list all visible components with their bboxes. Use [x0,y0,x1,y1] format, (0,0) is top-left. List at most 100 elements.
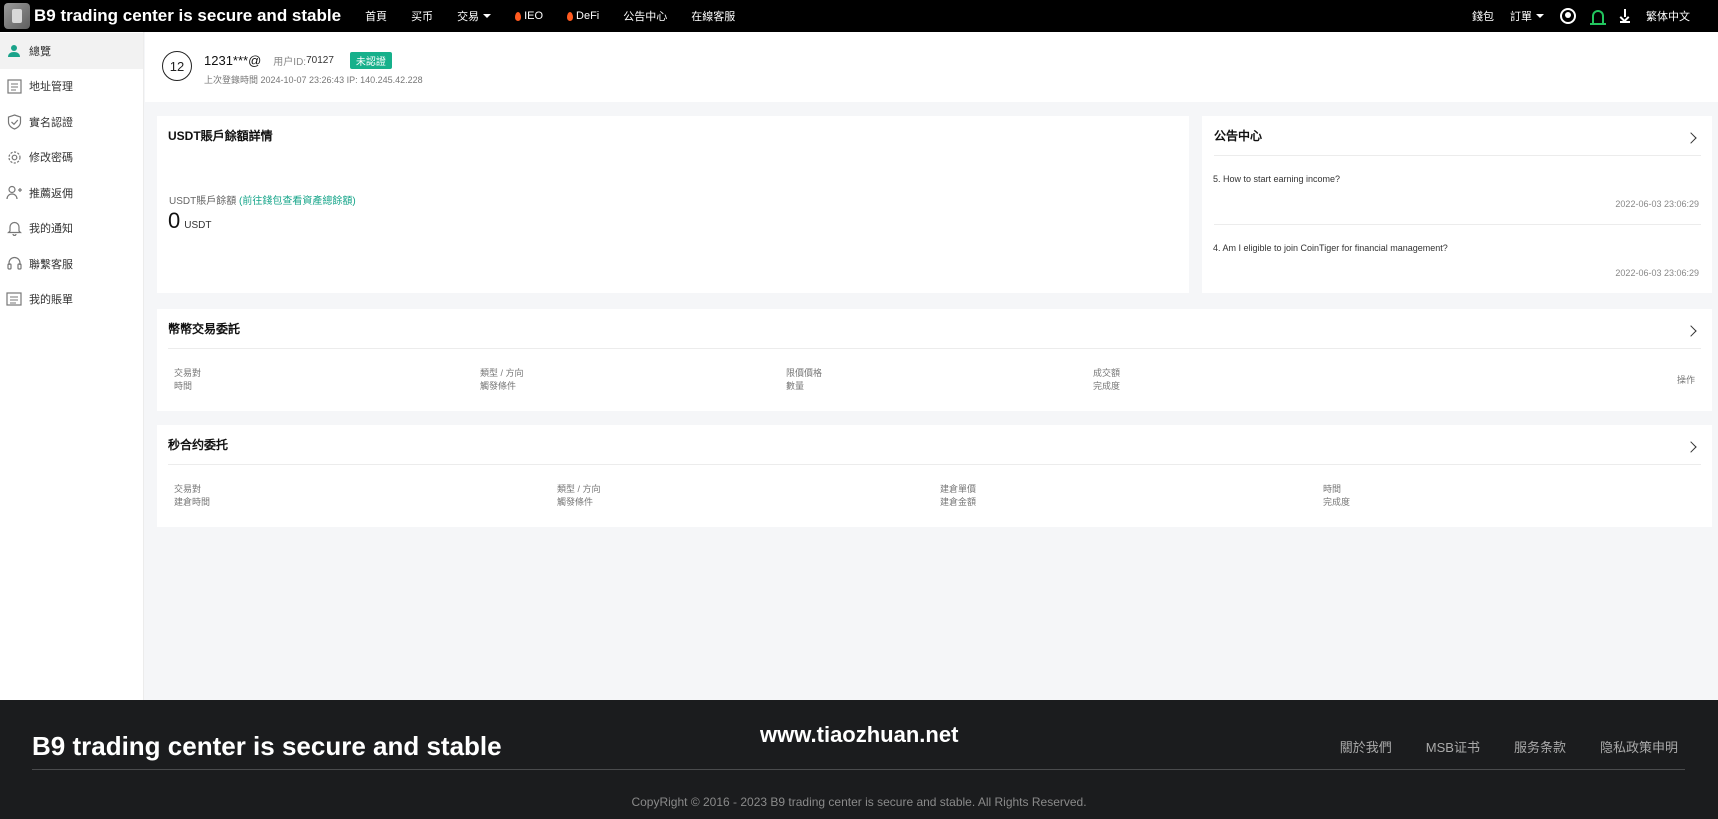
chevron-right-icon[interactable] [1685,441,1697,453]
download-button[interactable] [1620,9,1630,23]
notification-button[interactable] [1590,9,1606,25]
sidebar-item-change-password[interactable]: 修改密碼 [0,140,143,176]
announcement-item-title[interactable]: 4. Am I eligible to join CoinTiger for f… [1213,243,1448,253]
column-label: 時間 [174,381,193,391]
column-label: 數量 [786,381,805,391]
nav-orders-label: 訂單 [1510,11,1532,23]
sidebar-item-referral[interactable]: 推薦返佣 [0,175,143,211]
user-circle-icon [1560,8,1576,24]
account-info-line: 1231***@ 用户ID: 70127 未認證 [204,52,392,69]
bill-icon [6,291,22,307]
nav-defi-label: DeFi [576,10,600,22]
divider [168,464,1701,465]
usdt-balance-label: USDT賬戶餘額 [169,196,237,207]
column-label: 建倉時間 [174,497,211,507]
column-label: 建倉單價 [940,484,977,494]
table-header-cell: 類型 / 方向 觸發條件 [557,483,601,509]
table-header-cell: 交易對 建倉時間 [174,483,210,509]
nav-announcements[interactable]: 公告中心 [623,8,667,24]
add-user-icon [6,185,22,201]
nav-announcements-label: 公告中心 [623,11,668,23]
table-header-cell: 成交額 完成度 [1093,367,1120,393]
table-header-cell: 類型 / 方向 觸發條件 [480,367,524,393]
headset-icon [6,256,22,272]
sidebar-item-label: 推薦返佣 [29,187,73,200]
sidebar-item-label: 我的賬單 [29,294,73,307]
language-label: 繁体中文 [1646,11,1690,23]
column-label: 完成度 [1323,497,1351,507]
sidebar-item-contact-support[interactable]: 聯繫客服 [0,246,143,282]
column-label: 限價價格 [786,368,823,378]
chevron-down-icon [483,14,492,18]
table-header-cell: 建倉單價 建倉金額 [940,483,976,509]
account-header: 12 1231***@ 用户ID: 70127 未認證 上次登錄時間 2024-… [145,32,1718,102]
column-label: 類型 / 方向 [480,368,524,378]
sidebar-item-notifications[interactable]: 我的通知 [0,211,143,247]
column-label: 觸發條件 [557,497,594,507]
avatar[interactable]: 12 [162,51,192,81]
sidebar-item-label: 總覽 [29,45,51,58]
nav-right: 錢包 訂單 繁体中文 [1472,0,1718,32]
announcement-card: 公告中心 5. How to start earning income? 202… [1202,116,1712,293]
nav-links: 首頁 买币 交易 IEO DeFi 公告中心 在線客服 [365,8,759,24]
nav-trade[interactable]: 交易 [457,8,492,24]
usdt-balance-value: 0 [168,208,181,233]
brand-title[interactable]: B9 trading center is secure and stable [34,6,341,26]
divider [168,348,1701,349]
sidebar: 總覽 地址管理 實名認證 修改密碼 推薦返佣 我的通知 聯繫客服 我的賬單 [0,32,144,700]
sidebar-item-overview[interactable]: 總覽 [0,33,143,69]
status-badge[interactable]: 未認證 [349,52,392,69]
chevron-down-icon [1536,14,1544,18]
usdt-balance-value-row: 0 USDT [168,208,211,234]
sidebar-item-address[interactable]: 地址管理 [0,69,143,105]
sidebar-item-bills[interactable]: 我的賬單 [0,282,143,318]
divider [1214,224,1701,225]
list-icon [6,78,22,94]
logo-icon[interactable] [4,3,30,29]
gear-icon [6,149,22,165]
language-selector[interactable]: 繁体中文 [1646,8,1690,24]
table-header-cell: 交易對 時間 [174,367,201,393]
sidebar-item-label: 實名認證 [29,116,73,129]
fire-icon [567,11,574,21]
footer-links: 關於我們 MSB证书 服务条款 隐私政策申明 [1306,737,1678,756]
sidebar-item-label: 聯繫客服 [29,258,73,271]
announcement-card-title: 公告中心 [1214,129,1263,143]
nav-online-support[interactable]: 在線客服 [691,8,735,24]
nav-home[interactable]: 首頁 [365,8,387,24]
footer-link-about[interactable]: 關於我們 [1340,737,1392,756]
nav-buy-coin[interactable]: 买币 [411,8,433,24]
user-icon [6,43,22,59]
announcement-item-title[interactable]: 5. How to start earning income? [1213,174,1340,184]
second-contract-card: 秒合约委托 交易對 建倉時間 類型 / 方向 觸發條件 建倉單價 建倉金額 時間 完成度 [157,425,1712,527]
nav-wallet-label: 錢包 [1472,11,1494,23]
usdt-card-title: USDT賬戶餘額詳情 [168,129,273,143]
column-label: 交易對 [174,484,202,494]
watermark: www.tiaozhuan.net [760,722,959,747]
footer-link-msb[interactable]: MSB证书 [1426,737,1480,756]
bell-icon [1590,9,1606,25]
nav-orders[interactable]: 訂單 [1510,8,1544,24]
last-login-info: 上次登錄時間 2024-10-07 23:26:43 IP: 140.245.4… [204,75,423,85]
announcement-item-time: 2022-06-03 23:06:29 [1615,268,1699,278]
coin-orders-card: 幣幣交易委託 交易對 時間 類型 / 方向 觸發條件 限價價格 數量 成交額 完成度 操… [157,309,1712,411]
footer-link-privacy[interactable]: 隐私政策申明 [1600,737,1678,756]
sidebar-item-verification[interactable]: 實名認證 [0,104,143,140]
footer: B9 trading center is secure and stable w… [0,700,1718,819]
nav-online-support-label: 在線客服 [691,11,736,23]
nav-wallet[interactable]: 錢包 [1472,8,1494,24]
usdt-balance-label-row: USDT賬戶餘額 (前往錢包查看資產總餘額) [169,192,356,207]
nav-ieo[interactable]: IEO [515,8,543,24]
table-header-cell: 限價價格 數量 [786,367,822,393]
fire-icon [515,11,522,21]
footer-divider [32,769,1685,770]
divider [1214,155,1701,156]
chevron-right-icon[interactable] [1685,325,1697,337]
footer-link-terms[interactable]: 服务条款 [1514,737,1566,756]
table-header-cell: 操作 [1676,375,1695,385]
user-account-button[interactable] [1560,8,1576,24]
chevron-right-icon[interactable] [1685,132,1697,144]
go-to-wallet-link[interactable]: (前往錢包查看資產總餘額) [239,196,356,207]
column-label: 時間 [1323,484,1342,494]
nav-defi[interactable]: DeFi [567,8,599,24]
